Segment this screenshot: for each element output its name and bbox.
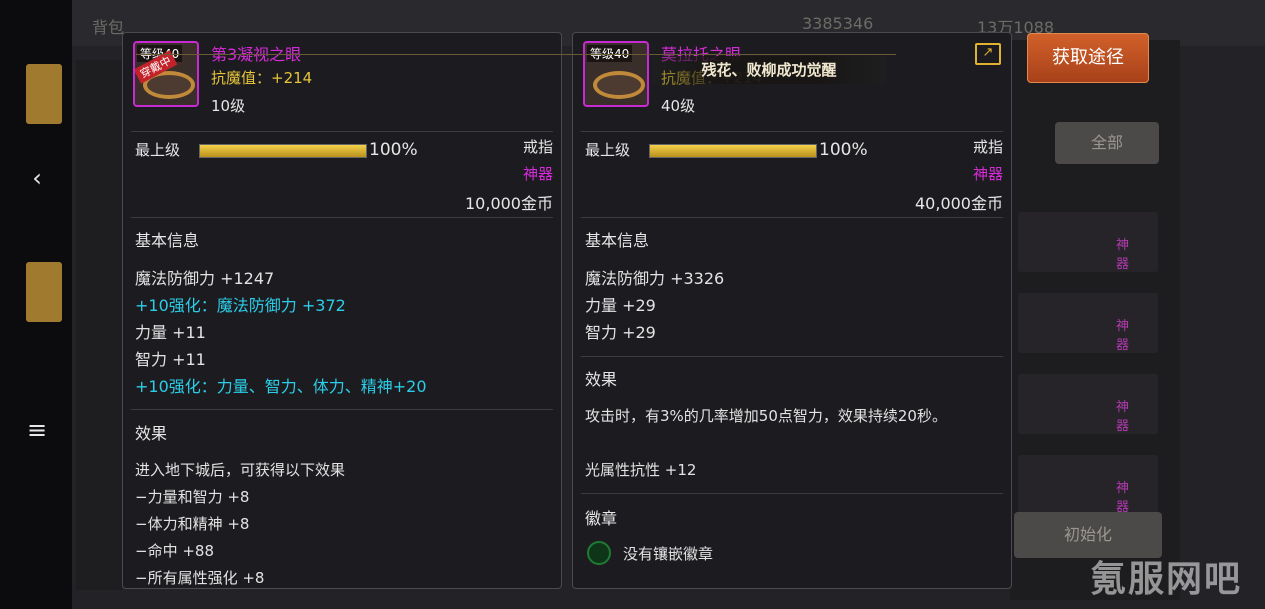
item-type: 戒指	[972, 138, 1003, 156]
list-item[interactable]: 神器	[1018, 293, 1158, 353]
max-grade-label: 最上级	[135, 141, 181, 159]
divider	[131, 409, 553, 410]
basic-line: 魔法防御力 +1247	[135, 269, 275, 288]
share-icon[interactable]: ↗	[975, 43, 1001, 65]
basic-line: 智力 +11	[135, 350, 206, 369]
divider	[131, 217, 553, 218]
basic-line: 智力 +29	[585, 323, 656, 342]
divider	[581, 493, 1003, 494]
item-level: 40级	[661, 97, 696, 115]
tab-equipment[interactable]	[26, 64, 62, 124]
menu-icon[interactable]: ≡	[22, 415, 52, 445]
item-stat: 抗魔值：+214	[211, 69, 313, 87]
emblem-slot-icon	[587, 541, 611, 565]
basic-info-title: 基本信息	[585, 231, 650, 250]
item-price: 40,000金币	[915, 194, 1003, 213]
resist-line: 光属性抗性 +12	[585, 461, 697, 479]
divider	[131, 131, 553, 132]
equipped-item-tooltip: 等级40 穿戴中 第3凝视之眼 抗魔值：+214 10级 最上级 100% 戒指…	[122, 32, 562, 589]
item-grade: 神器	[522, 165, 553, 183]
ring-icon	[593, 71, 645, 99]
grade-progress-fill	[650, 145, 816, 157]
compare-item-tooltip: 等级40 莫拉托之眼 抗魔值：+214 40级 ↗ 最上级 100% 戒指 神器…	[572, 32, 1012, 589]
item-icon: 等级40 穿戴中	[133, 41, 199, 107]
basic-info-title: 基本信息	[135, 231, 200, 250]
back-icon[interactable]: ‹	[22, 163, 52, 193]
effect-title: 效果	[585, 370, 618, 389]
max-grade-label: 最上级	[585, 141, 631, 159]
effect-line: −力量和智力 +8	[135, 488, 250, 506]
effect-line: 攻击时，有3%的几率增加50点智力，效果持续20秒。	[585, 407, 947, 425]
item-grade: 神器	[972, 165, 1003, 183]
item-icon: 等级40	[583, 41, 649, 107]
tab-active[interactable]	[26, 262, 62, 322]
item-type: 戒指	[522, 138, 553, 156]
list-item[interactable]: 神器	[1018, 212, 1158, 272]
toast-divider	[136, 54, 896, 55]
effect-line: −命中 +88	[135, 542, 214, 560]
list-item[interactable]: 神器	[1018, 455, 1158, 515]
filter-all-button[interactable]: 全部	[1055, 122, 1159, 164]
effect-title: 效果	[135, 424, 168, 443]
watermark: 氪服网吧	[1090, 559, 1243, 600]
currency-a: 3385346	[802, 14, 874, 33]
grade-progress-text: 100%	[369, 140, 418, 160]
grade-progress-fill	[200, 145, 366, 157]
item-price: 10,000金币	[465, 194, 553, 213]
basic-line: 魔法防御力 +3326	[585, 269, 725, 288]
divider	[581, 356, 1003, 357]
basic-line: 力量 +29	[585, 296, 656, 315]
grade-progress-bar	[649, 144, 817, 158]
inventory-tabs	[76, 60, 122, 590]
list-item[interactable]: 神器	[1018, 374, 1158, 434]
emblem-text: 没有镶嵌徽章	[623, 545, 714, 563]
basic-line: 力量 +11	[135, 323, 206, 342]
effect-line: −体力和精神 +8	[135, 515, 250, 533]
awaken-toast: 残花、败柳成功觉醒	[652, 56, 886, 84]
effect-line: 进入地下城后，可获得以下效果	[135, 461, 346, 479]
item-name: 第3凝视之眼	[211, 45, 302, 64]
grade-progress-bar	[199, 144, 367, 158]
divider	[581, 217, 1003, 218]
inventory-title: 背包	[92, 18, 125, 37]
divider	[581, 131, 1003, 132]
get-path-button[interactable]: 获取途径	[1027, 33, 1149, 83]
emblem-title: 徽章	[585, 509, 618, 528]
item-level: 10级	[211, 97, 246, 115]
basic-line: +10强化：力量、智力、体力、精神+20	[135, 377, 427, 396]
grade-progress-text: 100%	[819, 140, 868, 160]
effect-line: −所有属性强化 +8	[135, 569, 265, 587]
basic-line: +10强化：魔法防御力 +372	[135, 296, 346, 315]
